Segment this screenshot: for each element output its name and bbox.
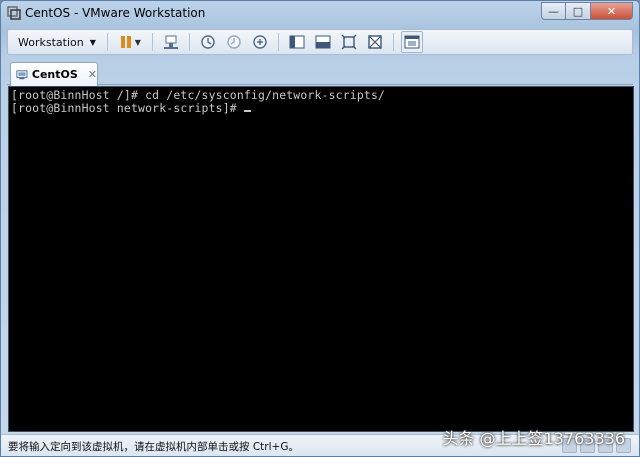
text-cursor [243,110,251,112]
snapshot-manager-button[interactable] [249,31,271,53]
window-title: CentOS - VMware Workstation [25,6,206,20]
sidebar-toggle-icon [289,35,305,49]
send-ctrl-alt-del-icon [163,35,178,49]
pause-icon [120,36,131,48]
vm-console[interactable]: [root@BinnHost /]# cd /etc/sysconfig/net… [8,86,634,432]
toolbar-divider [188,33,190,51]
watermark: 头条 @上上签13763336 [442,429,625,448]
take-snapshot-button[interactable] [197,31,219,53]
unity-button[interactable] [364,31,386,53]
title-bar[interactable]: CentOS - VMware Workstation — □ ✕ [1,1,639,25]
revert-snapshot-button[interactable] [223,31,245,53]
minimize-button[interactable]: — [541,2,566,20]
terminal-prompt-line: [root@BinnHost network-scripts]# [11,101,251,115]
close-button[interactable]: ✕ [591,2,633,20]
toolbar-divider [277,33,279,51]
pause-button[interactable]: ▼ [115,31,145,53]
tab-label: CentOS [31,68,78,81]
snapshot-revert-icon [227,35,241,49]
snapshot-manager-icon [253,35,267,49]
chevron-down-icon: ▼ [89,37,96,47]
fullscreen-icon [341,34,357,50]
terminal-line: [root@BinnHost /]# cd /etc/sysconfig/net… [11,88,386,102]
fullscreen-button[interactable] [338,31,360,53]
status-message: 要将输入定向到该虚拟机，请在虚拟机内部单击或按 Ctrl+G。 [8,441,299,453]
toolbar-divider [392,33,394,51]
console-view-icon [315,35,331,49]
unity-icon [368,35,382,49]
thumbnail-view-button[interactable] [400,31,423,53]
toolbar-divider [151,33,153,51]
console-view-button[interactable] [312,31,334,53]
send-ctrl-alt-del-button[interactable] [160,31,182,53]
workstation-menu[interactable]: Workstation ▼ [12,31,102,53]
window-controls: — □ ✕ [541,2,633,20]
vmware-app-icon [7,6,21,20]
workstation-menu-label: Workstation [18,35,84,49]
snapshot-take-icon [201,35,215,49]
toolbar-divider [106,33,108,51]
chevron-down-icon: ▼ [134,37,141,47]
vm-tab-strip: CentOS ✕ [7,59,633,86]
vmware-window: CentOS - VMware Workstation — □ ✕ Workst… [0,0,640,457]
toolbar: Workstation ▼ ▼ [7,29,633,55]
vm-icon [16,69,28,79]
tab-centos[interactable]: CentOS ✕ [10,62,98,86]
thumbnail-view-icon [404,35,420,49]
terminal-prompt: [root@BinnHost network-scripts]# [11,101,244,115]
maximize-button[interactable]: □ [566,2,591,20]
sidebar-toggle-button[interactable] [286,31,308,53]
tab-close-icon[interactable]: ✕ [88,68,97,81]
